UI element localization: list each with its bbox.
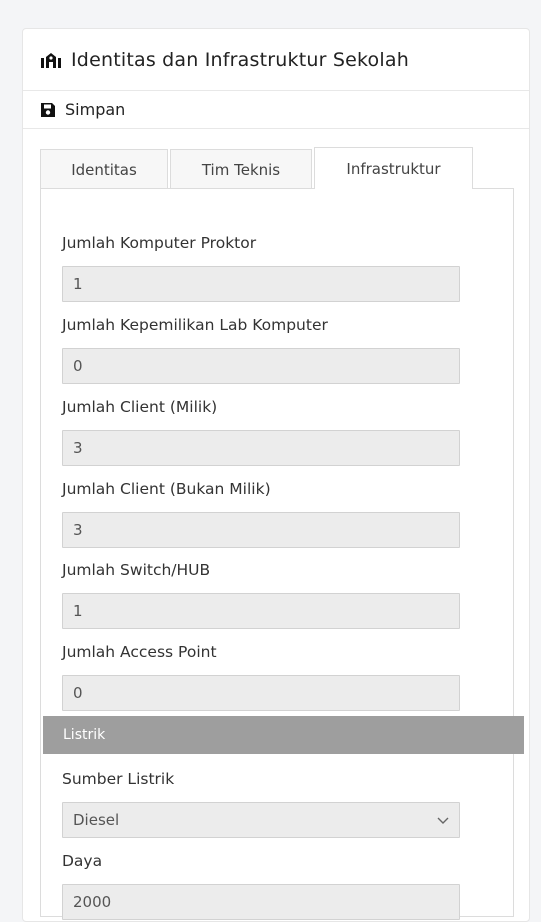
tab-identitas[interactable]: Identitas [40, 149, 168, 189]
page: Identitas dan Infrastruktur Sekolah Simp… [0, 0, 541, 922]
school-building-icon [39, 50, 63, 70]
tab-tim-teknis[interactable]: Tim Teknis [170, 149, 312, 189]
sumber-listrik-value: Diesel [73, 811, 120, 829]
field-label-switch-hub: Jumlah Switch/HUB [62, 561, 211, 579]
field-label-client-milik: Jumlah Client (Milik) [62, 398, 218, 416]
komputer-proktor-input[interactable]: 1 [62, 266, 460, 302]
page-title: Identitas dan Infrastruktur Sekolah [71, 48, 409, 71]
main-card: Identitas dan Infrastruktur Sekolah Simp… [22, 28, 530, 922]
chevron-down-icon [437, 811, 449, 829]
save-button[interactable]: Simpan [39, 100, 125, 119]
tab-panel-infrastruktur: Jumlah Komputer Proktor 1 Jumlah Kepemil… [40, 188, 524, 920]
tab-infrastruktur[interactable]: Infrastruktur [314, 147, 473, 189]
field-label-lab-komputer: Jumlah Kepemilikan Lab Komputer [62, 316, 328, 334]
lab-komputer-input[interactable]: 0 [62, 348, 460, 384]
sumber-listrik-select[interactable]: Diesel [62, 802, 460, 838]
client-milik-input[interactable]: 3 [62, 430, 460, 466]
field-label-sumber-listrik: Sumber Listrik [62, 770, 175, 788]
field-label-daya: Daya [62, 852, 103, 870]
switch-hub-input[interactable]: 1 [62, 593, 460, 629]
client-bukan-milik-input[interactable]: 3 [62, 512, 460, 548]
daya-input[interactable]: 2000 [62, 884, 460, 920]
field-label-access-point: Jumlah Access Point [62, 643, 217, 661]
section-listrik: Listrik [43, 716, 524, 754]
save-button-label: Simpan [65, 100, 126, 119]
field-label-komputer-proktor: Jumlah Komputer Proktor [62, 234, 257, 252]
field-label-client-bukan-milik: Jumlah Client (Bukan Milik) [62, 480, 271, 498]
tabs-area: Identitas Tim Teknis Infrastruktur Jumla… [40, 147, 524, 920]
card-header: Identitas dan Infrastruktur Sekolah [23, 29, 529, 91]
access-point-input[interactable]: 0 [62, 675, 460, 711]
toolbar: Simpan [23, 91, 529, 129]
floppy-disk-icon [39, 101, 57, 119]
tab-bar: Identitas Tim Teknis Infrastruktur [40, 147, 514, 189]
